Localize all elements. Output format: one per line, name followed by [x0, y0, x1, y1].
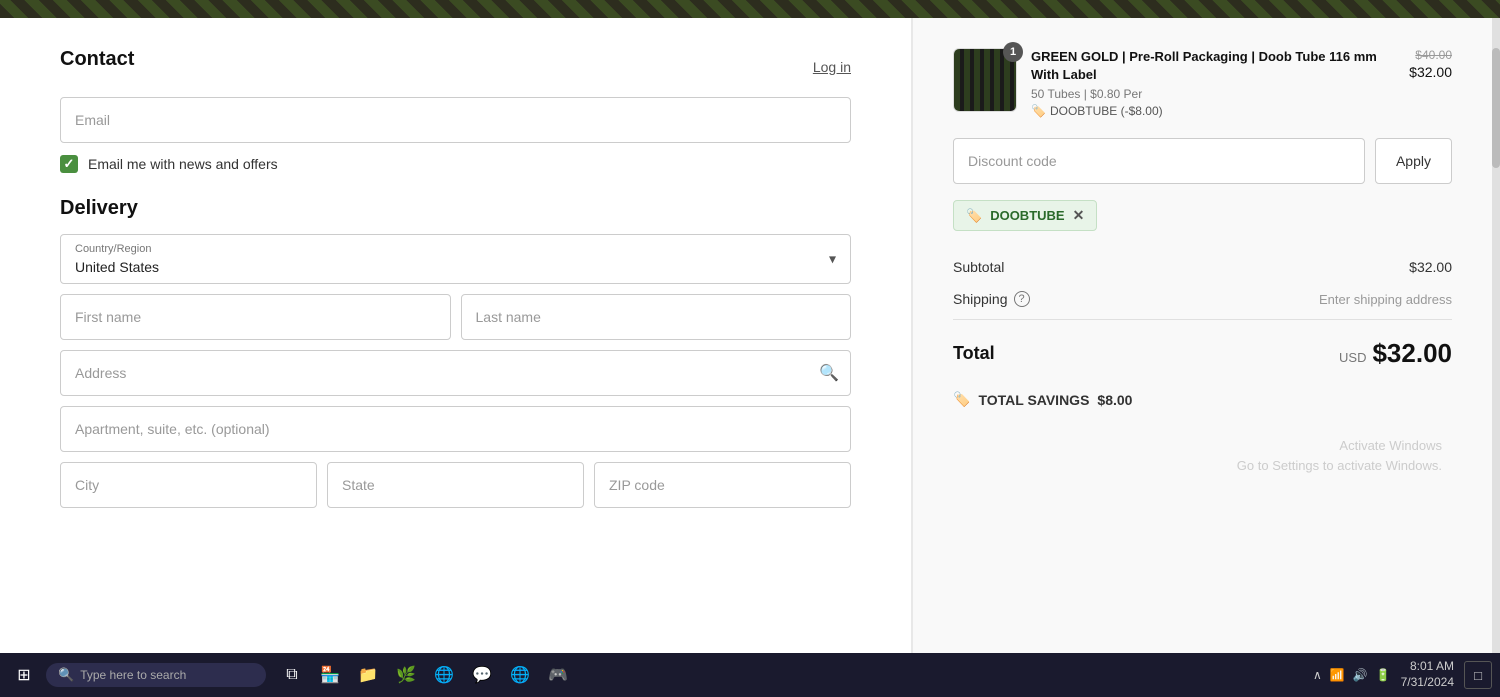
product-quantity-badge: 1 [1003, 42, 1023, 62]
contact-title: Contact [60, 48, 134, 71]
coupon-tag-icon: 🏷️ [966, 208, 982, 224]
address-row: 🔍 [60, 350, 851, 396]
taskbar-app-icons: ⧉ 🏪 📁 🌿 🌐 💬 🌐 🎮 [276, 659, 574, 691]
email-field[interactable] [60, 97, 851, 143]
taskbar-system-icons: ∧ 📶 🔊 🔋 [1313, 668, 1391, 682]
savings-tag-icon: 🏷️ [953, 391, 970, 408]
taskbar-task-view[interactable]: ⧉ [276, 659, 308, 691]
left-panel: Contact Log in Email me with news and of… [0, 18, 912, 653]
activate-windows-notice: Activate Windows Go to Settings to activ… [953, 416, 1452, 475]
activate-line2: Go to Settings to activate Windows. [953, 456, 1442, 476]
apt-row [60, 406, 851, 452]
product-image-wrapper: 1 [953, 48, 1017, 112]
discount-code-row: Apply [953, 138, 1452, 184]
country-value: United States [61, 235, 850, 283]
newsletter-checkbox[interactable] [60, 155, 78, 173]
delivery-title: Delivery [60, 197, 851, 220]
discount-input-wrapper [953, 138, 1365, 184]
city-state-zip-row [60, 462, 851, 508]
savings-label: TOTAL SAVINGS [978, 392, 1089, 408]
page-scrollbar-thumb[interactable] [1492, 48, 1500, 168]
country-select[interactable]: Country/Region United States ▾ [60, 234, 851, 284]
taskbar-gaming[interactable]: 🎮 [542, 659, 574, 691]
taskbar-app-store[interactable]: 🏪 [314, 659, 346, 691]
coupon-remove-button[interactable]: ✕ [1073, 207, 1085, 224]
chevron-down-icon: ▾ [829, 251, 836, 268]
taskbar-up-arrow[interactable]: ∧ [1313, 668, 1322, 682]
taskbar-browser2[interactable]: 🌐 [504, 659, 536, 691]
product-name: GREEN GOLD | Pre-Roll Packaging | Doob T… [1031, 48, 1395, 84]
subtotal-row: Subtotal $32.00 [953, 251, 1452, 283]
taskbar-search-icon: 🔍 [58, 667, 74, 683]
delivery-section: Delivery Country/Region United States ▾ … [60, 197, 851, 508]
last-name-field[interactable] [461, 294, 852, 340]
applied-coupon-tag: 🏷️ DOOBTUBE ✕ [953, 200, 1097, 231]
apply-button[interactable]: Apply [1375, 138, 1452, 184]
email-input-row [60, 97, 851, 143]
country-label: Country/Region [75, 243, 151, 255]
product-details: GREEN GOLD | Pre-Roll Packaging | Doob T… [1031, 48, 1395, 118]
taskbar-network-icon[interactable]: 📶 [1330, 668, 1345, 682]
coupon-code-text: DOOBTUBE [990, 208, 1064, 223]
product-item: 1 GREEN GOLD | Pre-Roll Packaging | Doob… [953, 48, 1452, 118]
taskbar-notification-center[interactable]: □ [1464, 661, 1492, 689]
page-scrollbar[interactable] [1492, 18, 1500, 653]
zip-field[interactable] [594, 462, 851, 508]
summary-divider [953, 319, 1452, 320]
taskbar-file-explorer[interactable]: 📁 [352, 659, 384, 691]
taskbar-chat-app[interactable]: 💬 [466, 659, 498, 691]
subtotal-value: $32.00 [1409, 259, 1452, 275]
newsletter-label: Email me with news and offers [88, 156, 278, 172]
first-name-field[interactable] [60, 294, 451, 340]
taskbar: ⊞ 🔍 Type here to search ⧉ 🏪 📁 🌿 🌐 💬 🌐 🎮 … [0, 653, 1500, 697]
taskbar-browser-edge[interactable]: 🌐 [428, 659, 460, 691]
subtotal-label: Subtotal [953, 259, 1004, 275]
top-banner [0, 0, 1500, 18]
product-subtitle: 50 Tubes | $0.80 Per [1031, 87, 1395, 101]
total-currency: USD [1339, 350, 1366, 365]
name-row [60, 294, 851, 340]
product-discount-tag: 🏷️ DOOBTUBE (-$8.00) [1031, 104, 1395, 118]
page-wrapper: Contact Log in Email me with news and of… [0, 0, 1500, 697]
start-button[interactable]: ⊞ [8, 659, 40, 691]
address-field[interactable] [60, 350, 851, 396]
product-prices: $40.00 $32.00 [1409, 48, 1452, 80]
taskbar-clock[interactable]: 8:01 AM 7/31/2024 [1401, 659, 1454, 690]
savings-value: $8.00 [1097, 392, 1132, 408]
tag-icon: 🏷️ [1031, 104, 1046, 118]
taskbar-search-bar[interactable]: 🔍 Type here to search [46, 663, 266, 687]
newsletter-checkbox-row: Email me with news and offers [60, 155, 851, 173]
contact-header: Contact Log in [60, 48, 851, 85]
total-row: Total USD $32.00 [953, 324, 1452, 383]
taskbar-app-green[interactable]: 🌿 [390, 659, 422, 691]
shipping-label-wrapper: Shipping ? [953, 291, 1030, 307]
product-discount-text: DOOBTUBE (-$8.00) [1050, 104, 1163, 118]
taskbar-time-value: 8:01 AM [1401, 659, 1454, 675]
taskbar-battery-icon: 🔋 [1376, 668, 1391, 682]
total-value-wrapper: USD $32.00 [1339, 338, 1452, 369]
taskbar-sound-icon[interactable]: 🔊 [1353, 668, 1368, 682]
shipping-row: Shipping ? Enter shipping address [953, 283, 1452, 315]
product-current-price: $32.00 [1409, 64, 1452, 80]
state-field[interactable] [327, 462, 584, 508]
city-field[interactable] [60, 462, 317, 508]
apt-field[interactable] [60, 406, 851, 452]
address-search-icon: 🔍 [819, 363, 839, 383]
discount-code-input[interactable] [953, 138, 1365, 184]
shipping-value: Enter shipping address [1319, 292, 1452, 307]
total-label: Total [953, 343, 995, 364]
taskbar-date-value: 7/31/2024 [1401, 675, 1454, 691]
taskbar-right: ∧ 📶 🔊 🔋 8:01 AM 7/31/2024 □ [1313, 659, 1492, 690]
activate-line1: Activate Windows [953, 436, 1442, 456]
total-amount: $32.00 [1372, 338, 1452, 369]
taskbar-search-text: Type here to search [80, 668, 186, 682]
product-original-price: $40.00 [1409, 48, 1452, 62]
savings-row: 🏷️ TOTAL SAVINGS $8.00 [953, 383, 1452, 416]
right-panel: 1 GREEN GOLD | Pre-Roll Packaging | Doob… [912, 18, 1492, 653]
login-link[interactable]: Log in [813, 59, 851, 75]
shipping-label: Shipping [953, 291, 1008, 307]
main-content: Contact Log in Email me with news and of… [0, 18, 1500, 653]
shipping-info-icon[interactable]: ? [1014, 291, 1030, 307]
